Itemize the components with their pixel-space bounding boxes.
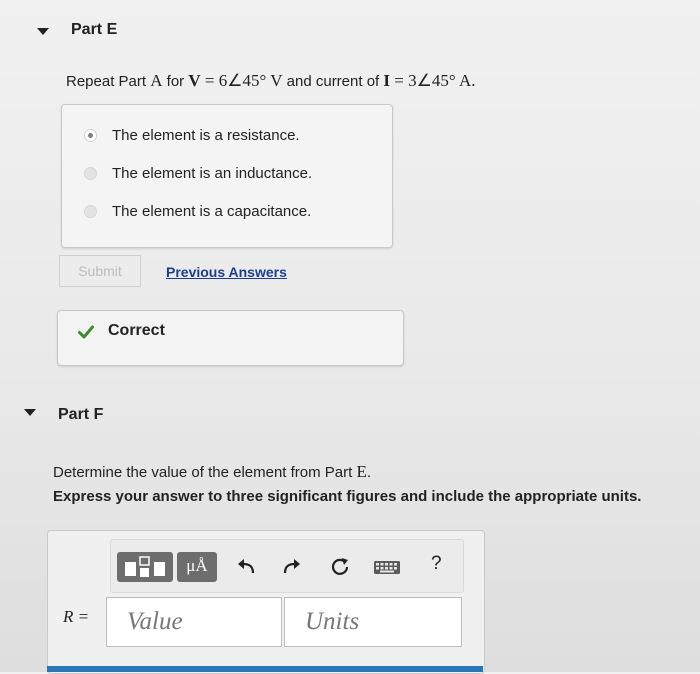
submit-button[interactable]: Submit: [59, 255, 141, 287]
redo-icon[interactable]: [281, 556, 303, 578]
question-text: and current of: [282, 73, 384, 90]
option-label: The element is a resistance.: [112, 127, 300, 144]
undo-icon[interactable]: [235, 556, 257, 578]
reset-icon[interactable]: [329, 556, 351, 578]
units-input[interactable]: Units: [284, 597, 462, 647]
option-label: The element is an inductance.: [112, 165, 313, 182]
math-toolbar: μÅ ?: [110, 539, 464, 593]
question-text: Determine the value of the element from …: [53, 464, 357, 481]
question-text: Repeat Part: [66, 73, 151, 90]
voltage-symbol: V: [188, 71, 201, 90]
templates-button[interactable]: [117, 552, 173, 582]
question-text: for: [162, 73, 189, 90]
next-section-strip: [47, 666, 483, 672]
answer-options-box: The element is a resistance. The element…: [61, 104, 393, 248]
part-e-title: Part E: [71, 21, 118, 38]
current-value: = 3∠45° A.: [390, 71, 476, 90]
part-f-title: Part F: [58, 406, 104, 423]
radio-button[interactable]: [84, 167, 97, 180]
units-button[interactable]: μÅ: [177, 552, 217, 582]
part-f-question: Determine the value of the element from …: [53, 462, 371, 482]
collapse-part-e-icon[interactable]: [37, 28, 49, 35]
checkmark-icon: [78, 325, 94, 339]
value-input[interactable]: Value: [106, 597, 282, 647]
voltage-value: = 6∠45° V: [200, 71, 283, 90]
feedback-box: Correct: [57, 310, 404, 366]
radio-button[interactable]: [84, 205, 97, 218]
part-reference: E: [356, 462, 367, 481]
fraction-template-icon: [125, 556, 165, 577]
option-label: The element is a capacitance.: [112, 203, 312, 220]
radio-button-selected[interactable]: [84, 129, 97, 142]
answer-variable-label: R =: [63, 607, 90, 626]
answer-input-box: μÅ ? R = Value Units: [47, 530, 485, 674]
previous-answers-link[interactable]: Previous Answers: [166, 264, 287, 280]
help-icon[interactable]: ?: [431, 553, 442, 575]
part-reference: A: [150, 71, 163, 90]
collapse-part-f-icon[interactable]: [24, 409, 36, 416]
instruction-text: Express your answer to three significant…: [53, 488, 642, 505]
keyboard-icon[interactable]: [373, 556, 401, 578]
part-e-question: Repeat Part A for V = 6∠45° V and curren…: [66, 71, 475, 91]
feedback-text: Correct: [108, 322, 165, 339]
units-icon: μÅ: [186, 556, 208, 575]
question-text: .: [366, 464, 372, 481]
